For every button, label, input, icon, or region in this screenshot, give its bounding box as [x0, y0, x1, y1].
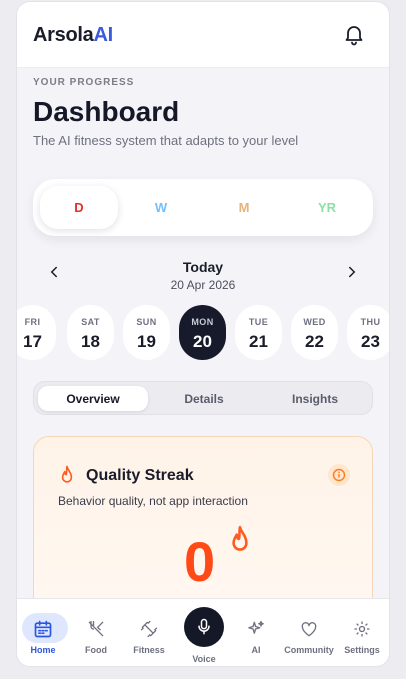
microphone-icon [198, 618, 210, 635]
day-strip: FRI 17 SAT 18 SUN 19 MON 20 TUE 21 WED 22 THU 2… [17, 305, 389, 361]
day-item[interactable]: FRI 17 [17, 305, 56, 360]
flame-icon [232, 525, 248, 551]
day-item[interactable]: SUN 19 [123, 305, 170, 360]
tab-insights[interactable]: Insights [260, 386, 370, 411]
streak-description: Behavior quality, not app interaction [58, 494, 248, 508]
range-week-button[interactable]: W [122, 186, 200, 229]
date-navigator: Today 20 Apr 2026 [33, 259, 373, 295]
nav-ai[interactable]: AI [230, 599, 282, 666]
bell-icon[interactable] [342, 22, 366, 46]
streak-title: Quality Streak [86, 467, 194, 484]
nav-settings[interactable]: Settings [336, 599, 388, 666]
range-day-button[interactable]: D [40, 186, 118, 229]
app-window: ArsolaAI YOUR PROGRESS Dashboard The AI … [16, 1, 390, 667]
info-icon[interactable] [328, 464, 350, 486]
gear-icon [354, 621, 370, 637]
day-item[interactable]: WED 22 [291, 305, 338, 360]
range-year-button[interactable]: YR [288, 186, 366, 229]
nav-food[interactable]: Food [70, 599, 122, 666]
page-title: Dashboard [33, 96, 180, 127]
bottom-navigation: Home Food Fitness Voice AI Community Set… [17, 598, 389, 666]
day-item[interactable]: SAT 18 [67, 305, 114, 360]
chevron-right-icon[interactable] [343, 263, 361, 281]
today-label: Today [182, 259, 224, 275]
tab-overview[interactable]: Overview [38, 386, 148, 411]
streak-count: 0 [184, 530, 216, 593]
dumbbell-icon [140, 620, 158, 638]
tab-details[interactable]: Details [149, 386, 259, 411]
range-selector: D W M YR [33, 179, 373, 236]
day-item[interactable]: THU 23 [347, 305, 389, 360]
voice-label: Voice [192, 654, 216, 664]
day-item-selected[interactable]: MON 20 [179, 305, 226, 360]
calendar-icon [34, 620, 52, 638]
brand-logo: ArsolaAI [33, 24, 113, 46]
voice-button[interactable] [184, 607, 224, 647]
utensils-icon [88, 620, 104, 637]
top-bar: ArsolaAI [17, 2, 389, 68]
nav-fitness[interactable]: Fitness [123, 599, 175, 666]
nav-home[interactable]: Home [17, 599, 69, 666]
heart-icon [301, 622, 317, 637]
current-date: 20 Apr 2026 [170, 278, 236, 292]
page-subtitle: The AI fitness system that adapts to you… [33, 133, 299, 148]
section-eyebrow: YOUR PROGRESS [33, 77, 135, 88]
day-item[interactable]: TUE 21 [235, 305, 282, 360]
sparkles-icon [248, 620, 264, 634]
flame-icon [61, 465, 73, 483]
range-month-button[interactable]: M [205, 186, 283, 229]
nav-community[interactable]: Community [283, 599, 335, 666]
view-tabs: Overview Details Insights [33, 381, 373, 415]
